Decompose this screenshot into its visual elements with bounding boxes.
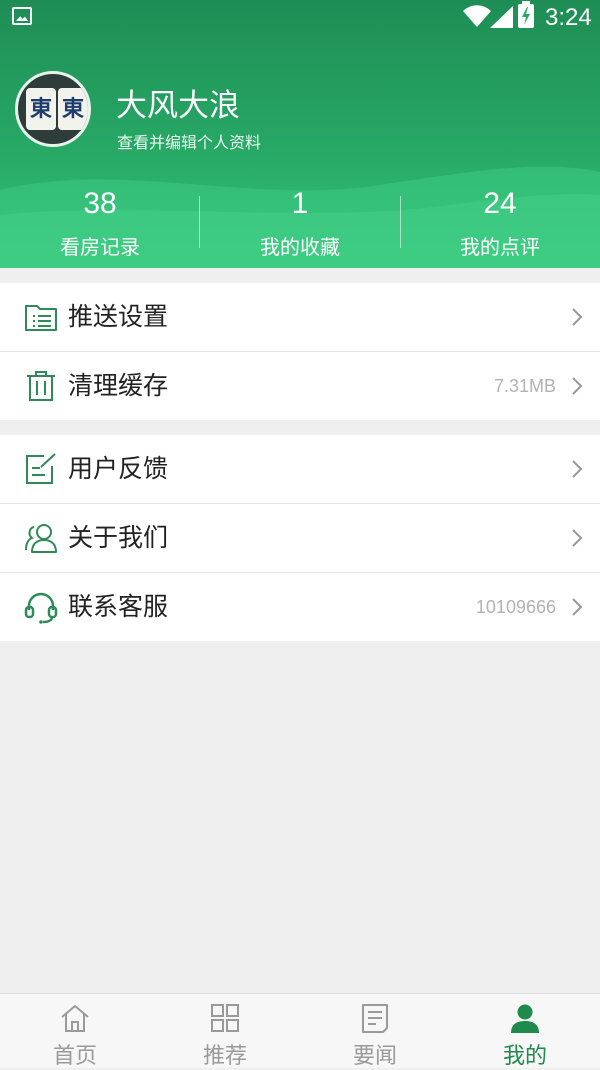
- status-time: 3:24: [545, 4, 592, 31]
- menu-item-label: 关于我们: [68, 523, 169, 552]
- grid-icon: [211, 1004, 239, 1032]
- tab-label: 我的: [502, 1044, 547, 1069]
- menu-item-label: 用户反馈: [68, 454, 169, 483]
- bottom-tab-bar: 首页 推荐 要闻 我的: [0, 993, 600, 1069]
- edit-profile-link[interactable]: 查看并编辑个人资料: [117, 129, 261, 153]
- chevron-right-icon: [572, 598, 583, 616]
- tab-news[interactable]: 要闻: [300, 994, 450, 1069]
- stat-value: 1: [291, 187, 309, 220]
- signal-icon: [490, 6, 513, 28]
- tab-mine[interactable]: 我的: [450, 994, 600, 1069]
- menu-item-about-us[interactable]: 关于我们: [0, 504, 600, 573]
- home-icon: [61, 1004, 89, 1032]
- tab-recommend[interactable]: 推荐: [150, 994, 300, 1069]
- tab-label: 推荐: [202, 1044, 247, 1069]
- users-icon: [25, 524, 57, 553]
- stat-label: 我的收藏: [260, 235, 340, 259]
- tab-label: 要闻: [352, 1044, 397, 1069]
- menu-item-feedback[interactable]: 用户反馈: [0, 435, 600, 504]
- stat-view-history[interactable]: 38 看房记录: [0, 185, 200, 260]
- stat-reviews[interactable]: 24 我的点评: [400, 185, 600, 260]
- profile-header: 3:24 東 東 大风大浪 查看并编辑个人资料 38 看房记录 1 我的收藏 2…: [0, 0, 600, 268]
- stat-label: 看房记录: [60, 235, 140, 259]
- chevron-right-icon: [572, 460, 583, 478]
- folder-list-icon: [25, 305, 57, 331]
- news-icon: [362, 1004, 388, 1033]
- gallery-notification-icon: [12, 7, 32, 25]
- chevron-right-icon: [572, 308, 583, 326]
- trash-icon: [27, 371, 55, 401]
- status-bar: 3:24: [0, 0, 600, 34]
- user-name[interactable]: 大风大浪: [116, 80, 240, 125]
- avatar-tile: 東: [58, 88, 88, 130]
- chevron-right-icon: [572, 529, 583, 547]
- menu-item-clear-cache[interactable]: 清理缓存 7.31MB: [0, 352, 600, 420]
- stat-value: 38: [83, 187, 117, 220]
- chevron-right-icon: [572, 377, 583, 395]
- person-icon: [511, 1004, 539, 1033]
- headset-icon: [24, 592, 58, 624]
- tab-home[interactable]: 首页: [0, 994, 150, 1069]
- stat-favorites[interactable]: 1 我的收藏: [200, 185, 400, 260]
- battery-icon: [518, 1, 534, 28]
- menu-item-customer-service[interactable]: 联系客服 10109666: [0, 573, 600, 641]
- menu-item-label: 清理缓存: [68, 371, 169, 400]
- settings-group-1: 推送设置 清理缓存 7.31MB: [0, 283, 600, 420]
- menu-item-label: 联系客服: [68, 592, 169, 621]
- tab-label: 首页: [52, 1044, 97, 1069]
- menu-item-label: 推送设置: [68, 302, 169, 331]
- settings-group-2: 用户反馈 关于我们 联系客服 10109666: [0, 435, 600, 641]
- wifi-icon: [463, 5, 491, 28]
- stat-label: 我的点评: [460, 235, 540, 259]
- cache-size-value: 7.31MB: [493, 376, 556, 396]
- avatar[interactable]: 東 東: [15, 71, 91, 147]
- service-phone-value: 10109666: [475, 597, 556, 617]
- menu-item-push-settings[interactable]: 推送设置: [0, 283, 600, 352]
- avatar-tile: 東: [26, 88, 56, 130]
- edit-note-icon: [26, 453, 56, 484]
- stat-value: 24: [483, 187, 517, 220]
